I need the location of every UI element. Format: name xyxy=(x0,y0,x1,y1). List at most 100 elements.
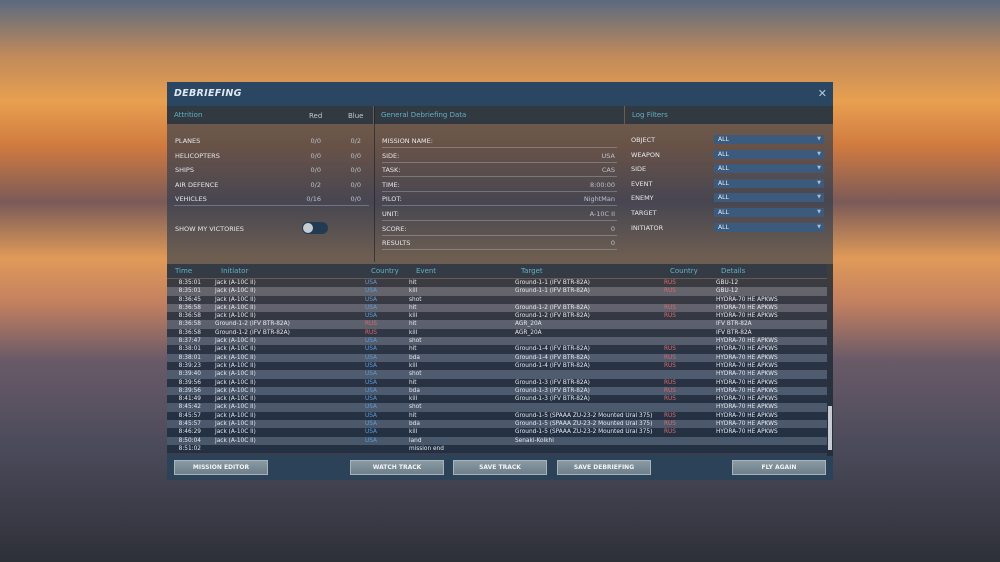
general-label: TASK: xyxy=(382,166,401,175)
log-row[interactable]: 8:45:57 Jack (A-10C II) USA hit Ground-1-5 (… xyxy=(167,411,827,421)
log-row[interactable]: 8:35:01 Jack (A-10C II) USA kill Ground-1-1 … xyxy=(167,287,827,296)
log-row[interactable]: 8:39:23 Jack (A-10C II) USA kill Ground-1-4 … xyxy=(167,361,827,371)
mission-editor-button[interactable]: MISSION EDITOR xyxy=(174,460,268,475)
cell-country: USA xyxy=(365,354,377,361)
log-row[interactable]: 8:36:58 Jack (A-10C II) USA hit Ground-1-2 (… xyxy=(167,303,827,313)
cell-initiator: Jack (A-10C II) xyxy=(215,280,256,286)
cell-target: Ground-1-1 (IFV BTR-82A) xyxy=(515,280,590,286)
col-time[interactable]: Time xyxy=(175,267,192,275)
col-details[interactable]: Details xyxy=(721,267,745,275)
log-row[interactable]: 8:45:57 Jack (A-10C II) USA bda Ground-1-5 (… xyxy=(167,420,827,429)
cell-target: Ground-1-3 (IFV BTR-82A) xyxy=(515,379,590,386)
general-title: General Debriefing Data xyxy=(381,111,467,119)
filter-object-dropdown[interactable]: ALL ▼ xyxy=(714,135,824,144)
footer-bar: MISSION EDITOR WATCH TRACK SAVE TRACK SA… xyxy=(167,456,833,480)
cell-event: kill xyxy=(409,396,418,403)
filter-value: ALL xyxy=(718,165,729,173)
cell-details: HYDRA-70 HE APKWS xyxy=(716,387,778,394)
log-row[interactable]: 8:39:56 Jack (A-10C II) USA bda Ground-1-3 (… xyxy=(167,386,827,396)
cell-country: USA xyxy=(365,379,377,386)
cell-initiator: Jack (A-10C II) xyxy=(215,404,256,411)
cell-target: AGR_20A xyxy=(515,329,542,336)
cell-details: IFV BTR-82A xyxy=(716,329,752,336)
general-label: MISSION NAME: xyxy=(382,137,433,145)
log-row[interactable]: 8:45:42 Jack (A-10C II) USA shot HYDRA-70 HE… xyxy=(167,403,827,412)
filter-enemy-dropdown[interactable]: ALL ▼ xyxy=(714,193,824,203)
chevron-down-icon: ▼ xyxy=(817,179,821,186)
col-target[interactable]: Target xyxy=(521,267,543,275)
log-row[interactable]: 8:36:58 Ground-1-2 (IFV BTR-82A) RUS kill AG… xyxy=(167,328,827,338)
cell-target: Ground-1-3 (IFV BTR-82A) xyxy=(515,387,590,394)
watch-track-button[interactable]: WATCH TRACK xyxy=(350,460,444,475)
cell-details: HYDRA-70 HE APKWS xyxy=(716,421,778,428)
save-debriefing-button[interactable]: SAVE DEBRIEFING xyxy=(557,460,651,475)
col-country[interactable]: Country xyxy=(371,267,399,275)
cell-event: hit xyxy=(409,321,417,328)
filter-label: EVENT xyxy=(631,179,653,188)
log-row[interactable]: 8:41:49 Jack (A-10C II) USA kill Ground-1-3 … xyxy=(167,395,827,404)
log-row[interactable]: 8:37:47 Jack (A-10C II) USA shot HYDRA-70 HE… xyxy=(167,337,827,346)
attrition-header: Attrition xyxy=(167,106,373,124)
cell-target: Ground-1-4 (IFV BTR-82A) xyxy=(515,362,590,369)
cell-time: 8:36:58 xyxy=(178,329,201,336)
filter-target-dropdown[interactable]: ALL ▼ xyxy=(714,208,824,217)
log-row[interactable]: 8:36:58 Jack (A-10C II) USA kill Ground-1-2 … xyxy=(167,312,827,321)
cell-details: HYDRA-70 HE APKWS xyxy=(716,371,778,378)
cell-country: USA xyxy=(365,313,377,320)
log-row[interactable]: 8:36:58 Ground-1-2 (IFV BTR-82A) RUS hit AGR… xyxy=(167,320,827,329)
log-row[interactable]: 8:38:01 Jack (A-10C II) USA bda Ground-1-4 (… xyxy=(167,353,827,362)
divider xyxy=(374,106,375,262)
log-row[interactable]: 8:38:01 Jack (A-10C II) USA hit Ground-1-4 (… xyxy=(167,345,827,354)
divider-line xyxy=(382,220,617,221)
attrition-label: AIR DEFENCE xyxy=(175,180,219,189)
log-row[interactable]: 8:36:45 Jack (A-10C II) USA shot HYDRA-70 HE… xyxy=(167,295,827,304)
col-target-country[interactable]: Country xyxy=(670,267,698,275)
divider-line xyxy=(174,205,369,206)
cell-country: RUS xyxy=(365,321,377,328)
filter-event-dropdown[interactable]: ALL ▼ xyxy=(714,178,824,188)
cell-event: kill xyxy=(409,288,418,295)
cell-event: mission end xyxy=(409,445,444,452)
attrition-label: PLANES xyxy=(175,137,201,145)
cell-initiator: Jack (A-10C II) xyxy=(215,304,256,311)
general-label: UNIT: xyxy=(382,210,399,218)
log-row[interactable]: 8:39:56 Jack (A-10C II) USA hit Ground-1-3 (… xyxy=(167,378,827,387)
log-row[interactable]: 8:51:02 mission end xyxy=(167,444,827,454)
debriefing-window: DEBRIEFING ✕ Attrition General Debriefin… xyxy=(167,82,833,480)
filter-initiator-dropdown[interactable]: ALL ▼ xyxy=(714,222,824,232)
log-row[interactable]: 8:39:40 Jack (A-10C II) USA shot HYDRA-70 HE… xyxy=(167,370,827,379)
cell-details: HYDRA-70 HE APKWS xyxy=(716,354,778,361)
col-initiator[interactable]: Initiator xyxy=(221,267,248,275)
cell-event: kill xyxy=(409,329,418,336)
general-value: 8:00:00 xyxy=(589,180,615,189)
show-victories-toggle[interactable] xyxy=(302,222,328,234)
filter-label: INITIATOR xyxy=(631,223,664,232)
log-row[interactable]: 8:50:04 Jack (A-10C II) USA land Senaki-Kolk… xyxy=(167,436,827,445)
cell-time: 8:36:58 xyxy=(178,313,201,320)
fly-again-button[interactable]: FLY AGAIN xyxy=(732,460,826,475)
attrition-blue-value: 0/0 xyxy=(350,151,361,160)
log-row[interactable]: 8:35:01 Jack (A-10C II) USA hit Ground-1-1 (… xyxy=(167,279,827,288)
cell-target: AGR_20A xyxy=(515,321,542,328)
filter-side-dropdown[interactable]: ALL ▼ xyxy=(714,164,824,174)
log-scrollbar[interactable] xyxy=(827,264,833,456)
close-icon[interactable]: ✕ xyxy=(818,87,827,100)
cell-country: USA xyxy=(365,387,377,394)
cell-time: 8:46:29 xyxy=(178,429,201,436)
filters-header: Log Filters xyxy=(625,106,833,124)
cell-target: Ground-1-4 (IFV BTR-82A) xyxy=(515,354,590,361)
col-event[interactable]: Event xyxy=(416,267,436,275)
cell-country: USA xyxy=(365,404,377,411)
log-row[interactable]: 8:46:29 Jack (A-10C II) USA kill Ground-1-5 … xyxy=(167,428,827,437)
filter-value: ALL xyxy=(718,223,729,231)
scrollbar-thumb[interactable] xyxy=(828,406,832,450)
toggle-knob xyxy=(303,223,313,233)
cell-details: HYDRA-70 HE APKWS xyxy=(716,429,778,436)
cell-country: USA xyxy=(365,304,377,311)
save-track-button[interactable]: SAVE TRACK xyxy=(453,460,547,475)
attrition-red-value: 0/2 xyxy=(310,180,321,189)
filter-weapon-dropdown[interactable]: ALL ▼ xyxy=(714,149,824,159)
general-label: TIME: xyxy=(382,180,400,189)
cell-event: kill xyxy=(409,362,418,369)
cell-country: USA xyxy=(365,362,377,369)
